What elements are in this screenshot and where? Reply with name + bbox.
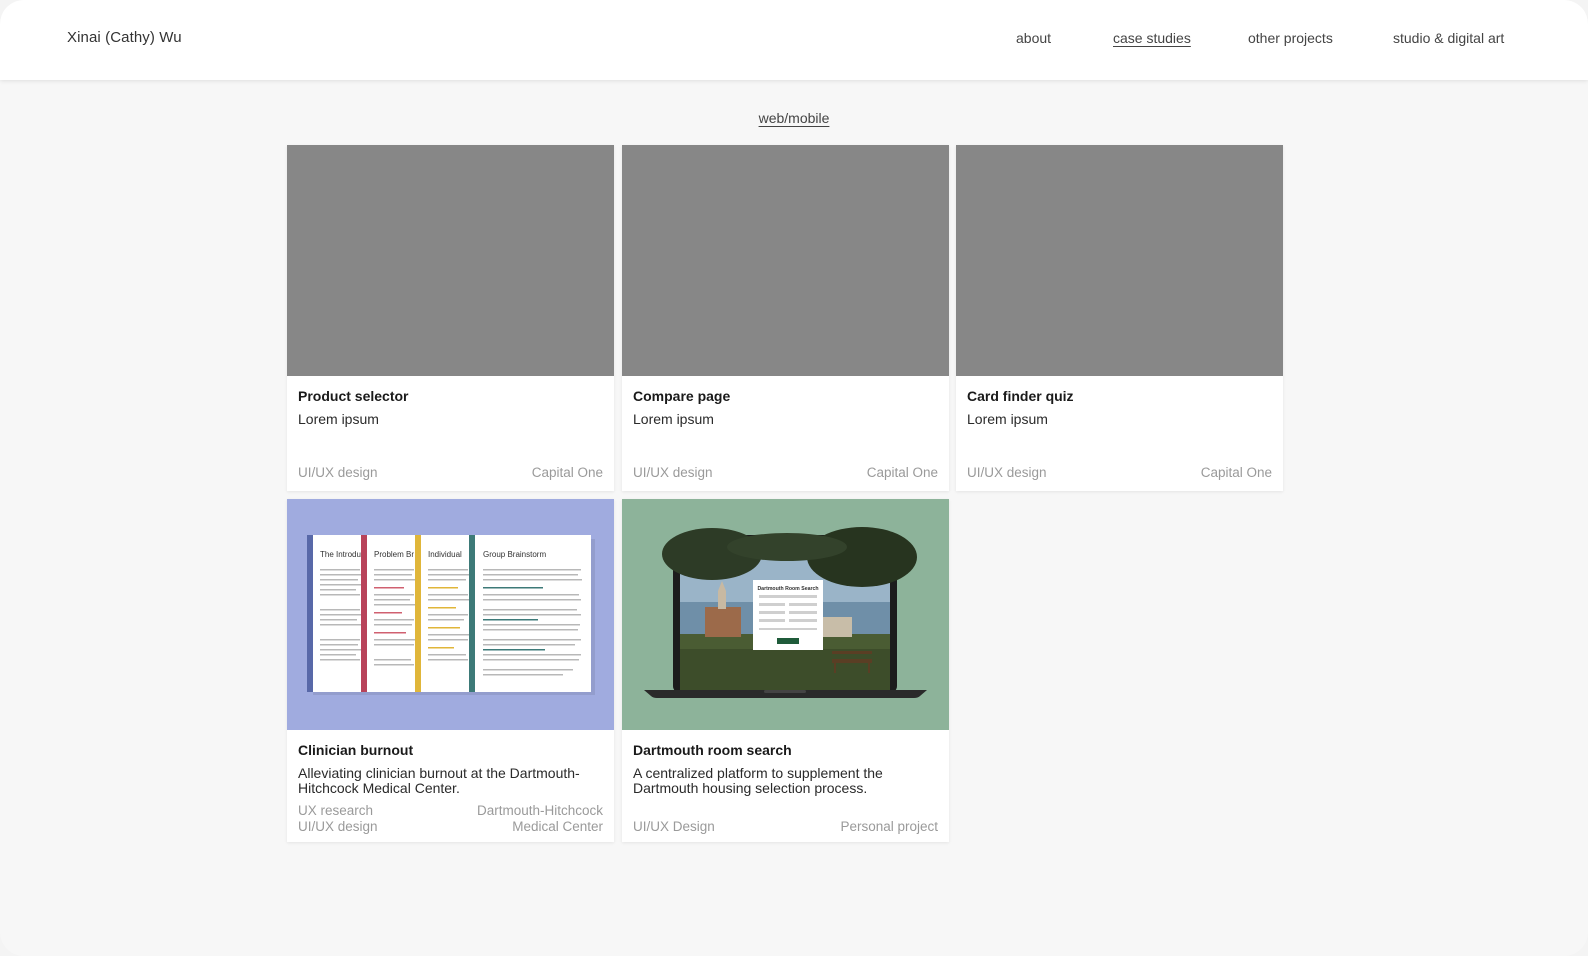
card-description: A centralized platform to supplement the… — [633, 765, 883, 796]
card-title: Product selector — [298, 388, 409, 404]
nav-case-studies[interactable]: case studies — [1113, 30, 1191, 46]
card-thumbnail — [287, 145, 614, 376]
card-title: Dartmouth room search — [633, 742, 792, 758]
case-card-product-selector[interactable]: Product selector Lorem ipsum UI/UX desig… — [287, 145, 614, 491]
card-thumbnail — [622, 145, 949, 376]
card-description: Lorem ipsum — [967, 411, 1048, 427]
section-title[interactable]: web/mobile — [0, 110, 1588, 126]
card-client: Capital One — [531, 465, 603, 480]
card-tag-research: UX research — [298, 803, 374, 818]
card-title: Card finder quiz — [967, 388, 1074, 404]
site-brand[interactable]: Xinai (Cathy) Wu — [67, 29, 182, 46]
card-client-line-1: Dartmouth-Hitchcock — [476, 803, 603, 818]
card-client: Capital One — [1200, 465, 1272, 480]
card-thumbnail: The Introdu Problem Br Individual Group … — [287, 499, 614, 730]
page-heading: Problem Br — [374, 550, 414, 559]
card-description: Lorem ipsum — [633, 411, 714, 427]
card-description: Alleviating clinician burnout at the Dar… — [298, 765, 580, 796]
card-client-line-2: Medical Center — [512, 819, 603, 834]
case-card-compare-page[interactable]: Compare page Lorem ipsum UI/UX design Ca… — [622, 145, 949, 491]
card-tag: UI/UX design — [298, 465, 378, 480]
card-title: Compare page — [633, 388, 731, 404]
laptop-mockup-illustration: Dartmouth Room Search — [644, 527, 927, 698]
nav-about[interactable]: about — [1016, 30, 1051, 46]
case-card-card-finder-quiz[interactable]: Card finder quiz Lorem ipsum UI/UX desig… — [956, 145, 1283, 491]
nav-other-projects[interactable]: other projects — [1248, 30, 1333, 46]
card-client: Personal project — [840, 819, 938, 834]
case-card-dartmouth-room-search[interactable]: Dartmouth Room Search Dartmouth room sea… — [622, 499, 949, 842]
card-tag: UI/UX Design — [633, 819, 715, 834]
card-thumbnail: Dartmouth Room Search — [622, 499, 949, 730]
screen-form-title: Dartmouth Room Search — [757, 586, 818, 592]
site-header: Xinai (Cathy) Wu about case studies othe… — [0, 0, 1588, 80]
page-heading: Individual — [428, 550, 462, 559]
page-heading: The Introdu — [320, 550, 361, 559]
card-tag: UI/UX design — [967, 465, 1047, 480]
card-tag-design: UI/UX design — [298, 819, 378, 834]
page: Xinai (Cathy) Wu about case studies othe… — [0, 0, 1588, 956]
card-description: Lorem ipsum — [298, 411, 379, 427]
page-heading: Group Brainstorm — [483, 550, 546, 559]
nav-studio-digital-art[interactable]: studio & digital art — [1393, 30, 1504, 46]
card-tag: UI/UX design — [633, 465, 713, 480]
card-title: Clinician burnout — [298, 742, 414, 758]
brainstorm-pages-illustration: The Introdu Problem Br Individual Group … — [307, 535, 595, 695]
case-card-clinician-burnout[interactable]: The Introdu Problem Br Individual Group … — [287, 499, 614, 842]
card-client: Capital One — [866, 465, 938, 480]
card-thumbnail — [956, 145, 1283, 376]
